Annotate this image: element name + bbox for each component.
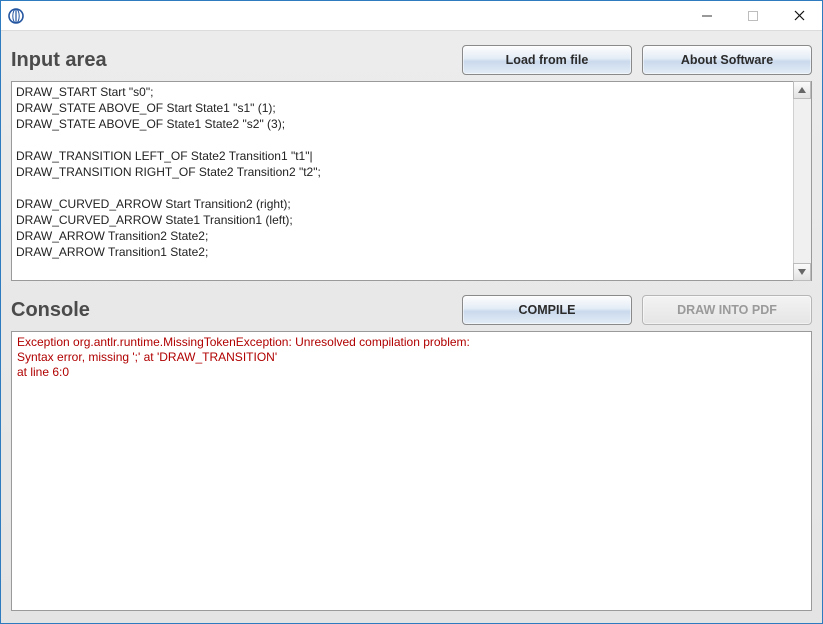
compile-button[interactable]: COMPILE (462, 295, 632, 325)
client-area: Input area Load from file About Software… (1, 31, 822, 623)
about-software-button[interactable]: About Software (642, 45, 812, 75)
console-title: Console (11, 299, 452, 322)
input-textarea[interactable] (12, 82, 793, 280)
console-header: Console COMPILE DRAW INTO PDF (11, 295, 812, 325)
load-from-file-button[interactable]: Load from file (462, 45, 632, 75)
titlebar[interactable] (1, 1, 822, 31)
maximize-button[interactable] (730, 1, 776, 30)
minimize-button[interactable] (684, 1, 730, 30)
input-scrollbar[interactable] (793, 82, 811, 280)
scroll-down-button[interactable] (793, 263, 811, 281)
input-area-title: Input area (11, 49, 452, 72)
app-icon (7, 7, 25, 25)
draw-into-pdf-button: DRAW INTO PDF (642, 295, 812, 325)
app-window: Input area Load from file About Software… (0, 0, 823, 624)
input-header: Input area Load from file About Software (11, 45, 812, 75)
console-error-text: Exception org.antlr.runtime.MissingToken… (17, 335, 806, 380)
console-output-area: Exception org.antlr.runtime.MissingToken… (11, 331, 812, 611)
scroll-up-button[interactable] (793, 81, 811, 99)
close-button[interactable] (776, 1, 822, 30)
input-textarea-wrap (11, 81, 812, 281)
